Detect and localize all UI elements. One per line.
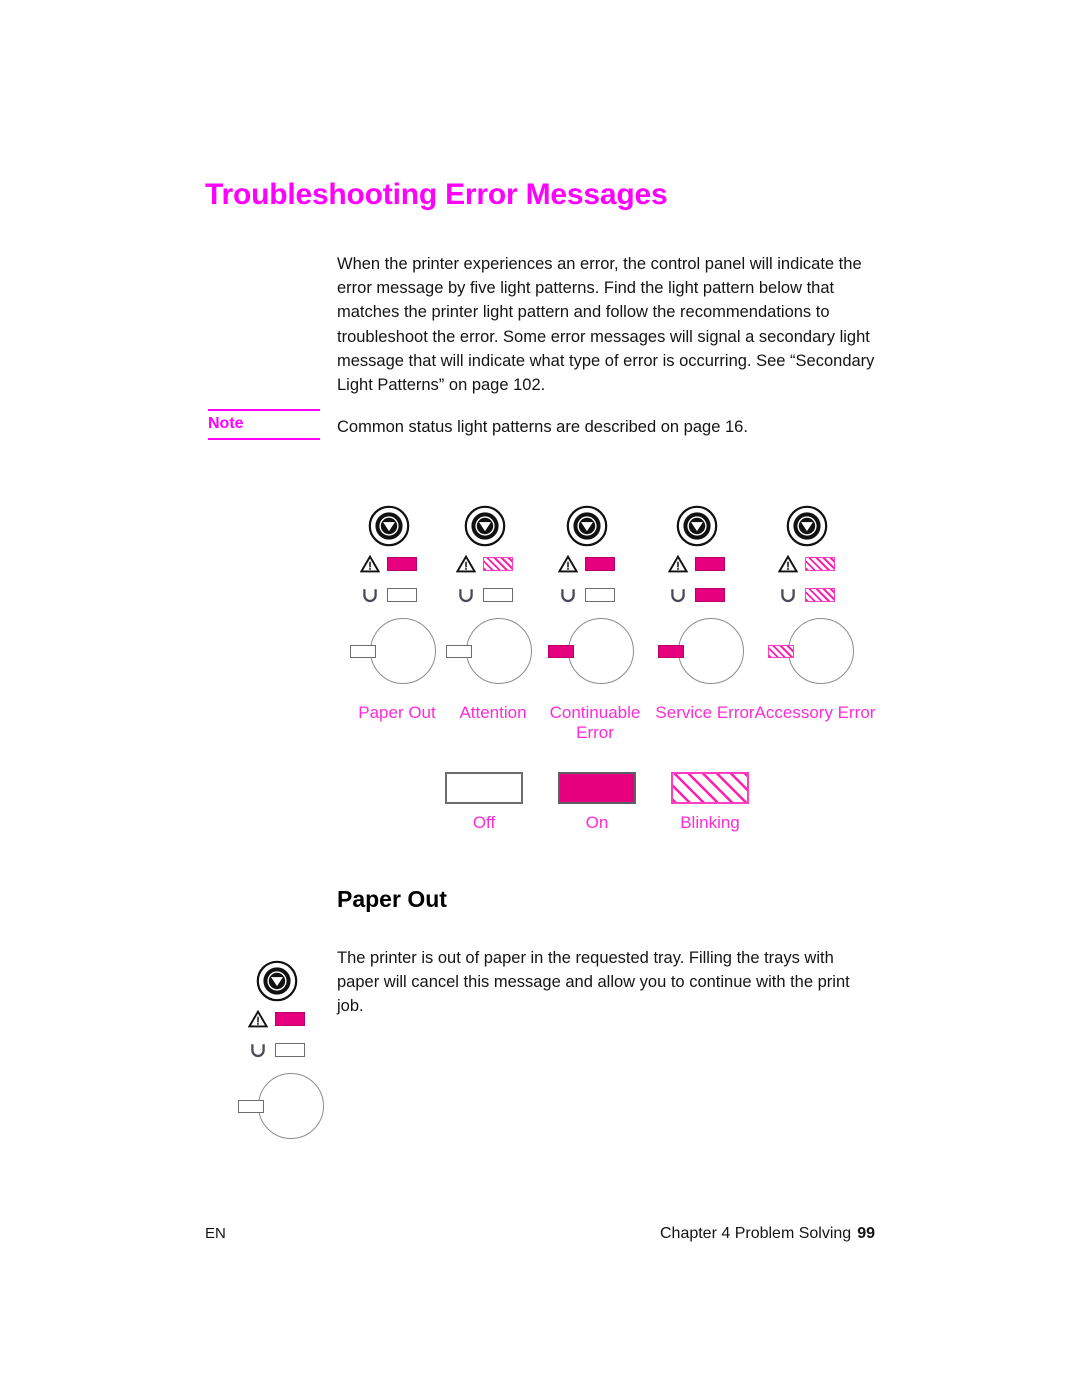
ready-light-indicator: [695, 588, 725, 602]
ready-light-row: [558, 586, 615, 604]
tray-dial-figure: [546, 618, 638, 690]
intro-paragraph: When the printer experiences an error, t…: [337, 255, 875, 395]
tray-light-indicator: [768, 645, 794, 658]
tray-dial-circle: [678, 618, 744, 684]
printer-go-button-icon: [368, 505, 410, 547]
tray-light-indicator: [350, 645, 376, 658]
tray-dial-circle: [370, 618, 436, 684]
note-label: Note: [208, 415, 244, 432]
ready-icon: [459, 589, 473, 603]
attention-light-row: [360, 555, 417, 573]
attention-warning-icon: [360, 555, 380, 573]
tray-dial-figure: [236, 1073, 328, 1145]
document-page: Troubleshooting Error Messages When the …: [0, 0, 1080, 1397]
tray-dial-circle: [258, 1073, 324, 1139]
note-rule-bottom: [208, 438, 320, 440]
attention-light-indicator: [387, 557, 417, 571]
paper-out-figure: [228, 955, 334, 1140]
ready-light-indicator: [585, 588, 615, 602]
attention-light-row: [558, 555, 615, 573]
tray-dial-circle: [466, 618, 532, 684]
ready-icon: [671, 589, 685, 603]
printer-go-button-icon: [676, 505, 718, 547]
attention-warning-icon: [248, 1010, 268, 1028]
light-state-legend: Off On Blinking: [445, 772, 775, 842]
tray-dial-circle: [568, 618, 634, 684]
ready-light-indicator: [483, 588, 513, 602]
legend-swatch: [445, 772, 523, 804]
attention-light-indicator: [695, 557, 725, 571]
attention-warning-icon: [668, 555, 688, 573]
light-pattern-panel: [228, 955, 334, 1160]
legend-item: Off: [445, 772, 523, 833]
ready-light-indicator: [805, 588, 835, 602]
ready-light-row: [778, 586, 835, 604]
go-button-wrap: [786, 505, 828, 552]
printer-go-button-icon: [566, 505, 608, 547]
attention-light-indicator: [805, 557, 835, 571]
ready-light-row: [360, 586, 417, 604]
light-pattern-panel: [340, 500, 446, 705]
light-pattern-panel: [648, 500, 754, 705]
ready-light-row: [456, 586, 513, 604]
footer-chapter: Chapter 4 Problem Solving 99: [0, 1225, 875, 1243]
light-pattern-panel: [436, 500, 542, 705]
ready-light-indicator: [275, 1043, 305, 1057]
footer-chapter-label: Chapter 4 Problem Solving: [659, 1225, 852, 1242]
ready-light-indicator: [387, 588, 417, 602]
attention-light-row: [248, 1010, 305, 1028]
tray-dial-figure: [444, 618, 536, 690]
legend-swatch: [671, 772, 749, 804]
legend-label: On: [585, 813, 609, 832]
attention-light-row: [668, 555, 725, 573]
printer-go-button-icon: [256, 960, 298, 1002]
ready-icon: [251, 1044, 265, 1058]
go-button-wrap: [566, 505, 608, 552]
attention-warning-icon: [558, 555, 578, 573]
section-heading: Paper Out: [337, 886, 447, 912]
tray-light-indicator: [238, 1100, 264, 1113]
page-title: Troubleshooting Error Messages: [205, 178, 668, 211]
tray-dial-figure: [766, 618, 858, 690]
go-button-wrap: [676, 505, 718, 552]
printer-go-button-icon: [464, 505, 506, 547]
legend-item: Blinking: [671, 772, 749, 833]
go-button-wrap: [368, 505, 410, 552]
ready-icon: [363, 589, 377, 603]
tray-dial-figure: [348, 618, 440, 690]
tray-dial-figure: [656, 618, 748, 690]
go-button-wrap: [256, 960, 298, 1007]
attention-light-indicator: [483, 557, 513, 571]
legend-label: Off: [472, 813, 496, 832]
legend-label: Blinking: [680, 813, 740, 832]
tray-light-indicator: [658, 645, 684, 658]
tray-light-indicator: [548, 645, 574, 658]
footer-page-number: 99: [857, 1225, 875, 1242]
ready-light-row: [668, 586, 725, 604]
printer-go-button-icon: [786, 505, 828, 547]
go-button-wrap: [464, 505, 506, 552]
attention-warning-icon: [456, 555, 476, 573]
note-text: Common status light patterns are describ…: [337, 418, 748, 436]
ready-icon: [561, 589, 575, 603]
tray-dial-circle: [788, 618, 854, 684]
attention-warning-icon: [778, 555, 798, 573]
attention-light-row: [778, 555, 835, 573]
light-pattern-caption: Accessory Error: [754, 703, 876, 722]
note-block: Note: [208, 409, 320, 440]
ready-light-row: [248, 1041, 305, 1059]
tray-light-indicator: [446, 645, 472, 658]
attention-light-indicator: [585, 557, 615, 571]
ready-icon: [781, 589, 795, 603]
attention-light-indicator: [275, 1012, 305, 1026]
light-pattern-panel: [538, 500, 644, 705]
legend-item: On: [558, 772, 636, 833]
section-body-text: The printer is out of paper in the reque…: [337, 949, 850, 1016]
attention-light-row: [456, 555, 513, 573]
light-pattern-panels: Paper Out Attention Continuable Error Servi…: [340, 500, 880, 742]
light-pattern-panel: [758, 500, 864, 705]
legend-swatch: [558, 772, 636, 804]
